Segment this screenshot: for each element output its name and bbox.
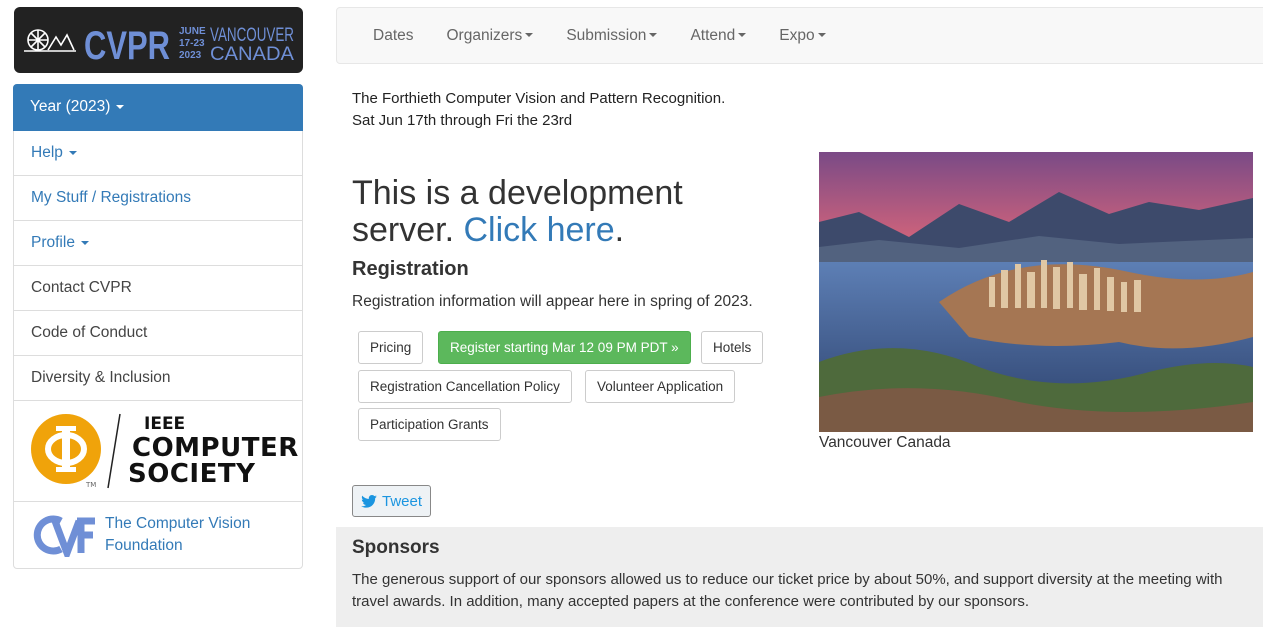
tweet-label: Tweet: [382, 492, 423, 510]
logo-name: CVPR: [84, 24, 170, 68]
caret-down-icon: [80, 241, 89, 245]
cancellation-policy-button[interactable]: Registration Cancellation Policy: [358, 370, 572, 403]
ieee-phi-icon: TM: [31, 414, 101, 489]
cvf-label-line1: The Computer Vision: [105, 515, 251, 532]
computer-line: COMPUTER: [132, 432, 299, 463]
trademark-label: TM: [85, 481, 96, 489]
caret-down-icon: [738, 33, 747, 38]
logo-date-year: 2023: [179, 50, 202, 61]
society-line: SOCIETY: [128, 458, 256, 489]
cvf-logo-icon: [33, 515, 95, 557]
pricing-button[interactable]: Pricing: [358, 331, 424, 364]
nav-organizers[interactable]: Organizers: [447, 27, 534, 45]
logo-city: VANCOUVER: [210, 25, 294, 46]
click-here-link[interactable]: Click here: [464, 211, 615, 249]
registration-title: Registration: [352, 258, 469, 280]
ieee-computer-society-logo[interactable]: TM IEEE COMPUTER SOCIETY: [14, 401, 302, 502]
ieee-wordmark: IEEE COMPUTER SOCIETY: [128, 413, 299, 487]
nav-label: Submission: [566, 26, 647, 44]
nav-label: Expo: [779, 26, 815, 44]
nav-label: Organizers: [446, 26, 523, 44]
dev-notice-period: .: [614, 211, 625, 249]
divider-slash: [107, 413, 121, 489]
sidebar-item-label: Year (2023): [30, 98, 111, 115]
nav-label: Attend: [690, 26, 736, 44]
logo-date-month: JUNE: [179, 26, 206, 37]
sidebar-item-label: Help: [31, 144, 63, 161]
cvf-link[interactable]: The Computer Vision Foundation: [14, 502, 302, 568]
sidebar-nav: Year (2023) Help My Stuff / Registration…: [13, 84, 303, 569]
hotels-button[interactable]: Hotels: [701, 331, 764, 364]
twitter-bird-icon: [361, 494, 377, 508]
register-button[interactable]: Register starting Mar 12 09 PM PDT »: [438, 331, 691, 364]
intro-text: The Forthieth Computer Vision and Patter…: [352, 88, 725, 132]
sidebar-item-label: Diversity & Inclusion: [31, 369, 171, 386]
volunteer-application-button[interactable]: Volunteer Application: [585, 370, 736, 403]
sidebar-item-label: My Stuff / Registrations: [31, 189, 191, 206]
sponsors-section: Sponsors The generous support of our spo…: [336, 527, 1263, 627]
vancouver-skyline-icon: [24, 29, 76, 52]
sidebar-item-help[interactable]: Help: [14, 131, 302, 176]
sidebar-item-code-of-conduct[interactable]: Code of Conduct: [14, 311, 302, 356]
nav-label: Dates: [373, 26, 414, 44]
intro-line1: The Forthieth Computer Vision and Patter…: [352, 90, 726, 107]
caret-down-icon: [68, 151, 77, 155]
cvf-label-line2: Foundation: [105, 537, 183, 554]
vancouver-photo: [819, 152, 1253, 432]
intro-line2: Sat Jun 17th through Fri the 23rd: [352, 112, 573, 129]
top-navbar: Dates Organizers Submission Attend Expo: [336, 7, 1263, 64]
sponsors-title: Sponsors: [352, 537, 440, 558]
caret-down-icon: [525, 33, 534, 38]
caret-down-icon: [116, 105, 125, 109]
caret-down-icon: [649, 33, 658, 38]
cvpr-logo[interactable]: CVPR JUNE 17-23 2023 VANCOUVER CANADA: [14, 7, 303, 73]
sidebar-item-my-stuff[interactable]: My Stuff / Registrations: [14, 176, 302, 221]
sidebar-item-year[interactable]: Year (2023): [13, 84, 303, 131]
nav-expo[interactable]: Expo: [779, 26, 826, 45]
sponsors-text: The generous support of our sponsors all…: [352, 571, 1223, 610]
sidebar-item-contact[interactable]: Contact CVPR: [14, 266, 302, 311]
tweet-button[interactable]: Tweet: [352, 485, 432, 517]
logo-country: CANADA: [210, 44, 294, 65]
dev-server-notice: This is a development server. Click here…: [352, 175, 792, 249]
sidebar-item-label: Code of Conduct: [31, 324, 148, 341]
logo-date-days: 17-23: [179, 38, 205, 49]
caret-down-icon: [817, 33, 826, 38]
registration-info: Registration information will appear her…: [352, 293, 753, 310]
sidebar-item-diversity[interactable]: Diversity & Inclusion: [14, 356, 302, 401]
nav-dates[interactable]: Dates: [373, 27, 414, 45]
cvf-label: The Computer Vision Foundation: [105, 513, 250, 557]
photo-caption: Vancouver Canada: [819, 434, 951, 451]
cvpr-logo-graphic: CVPR JUNE 17-23 2023 VANCOUVER CANADA: [24, 24, 294, 68]
sidebar-item-label: Profile: [31, 234, 75, 251]
sidebar-item-profile[interactable]: Profile: [14, 221, 302, 266]
sidebar-item-label: Contact CVPR: [31, 279, 132, 296]
nav-attend[interactable]: Attend: [690, 26, 747, 45]
nav-submission[interactable]: Submission: [566, 26, 658, 45]
participation-grants-button[interactable]: Participation Grants: [358, 408, 501, 441]
ieee-line: IEEE: [144, 413, 186, 434]
